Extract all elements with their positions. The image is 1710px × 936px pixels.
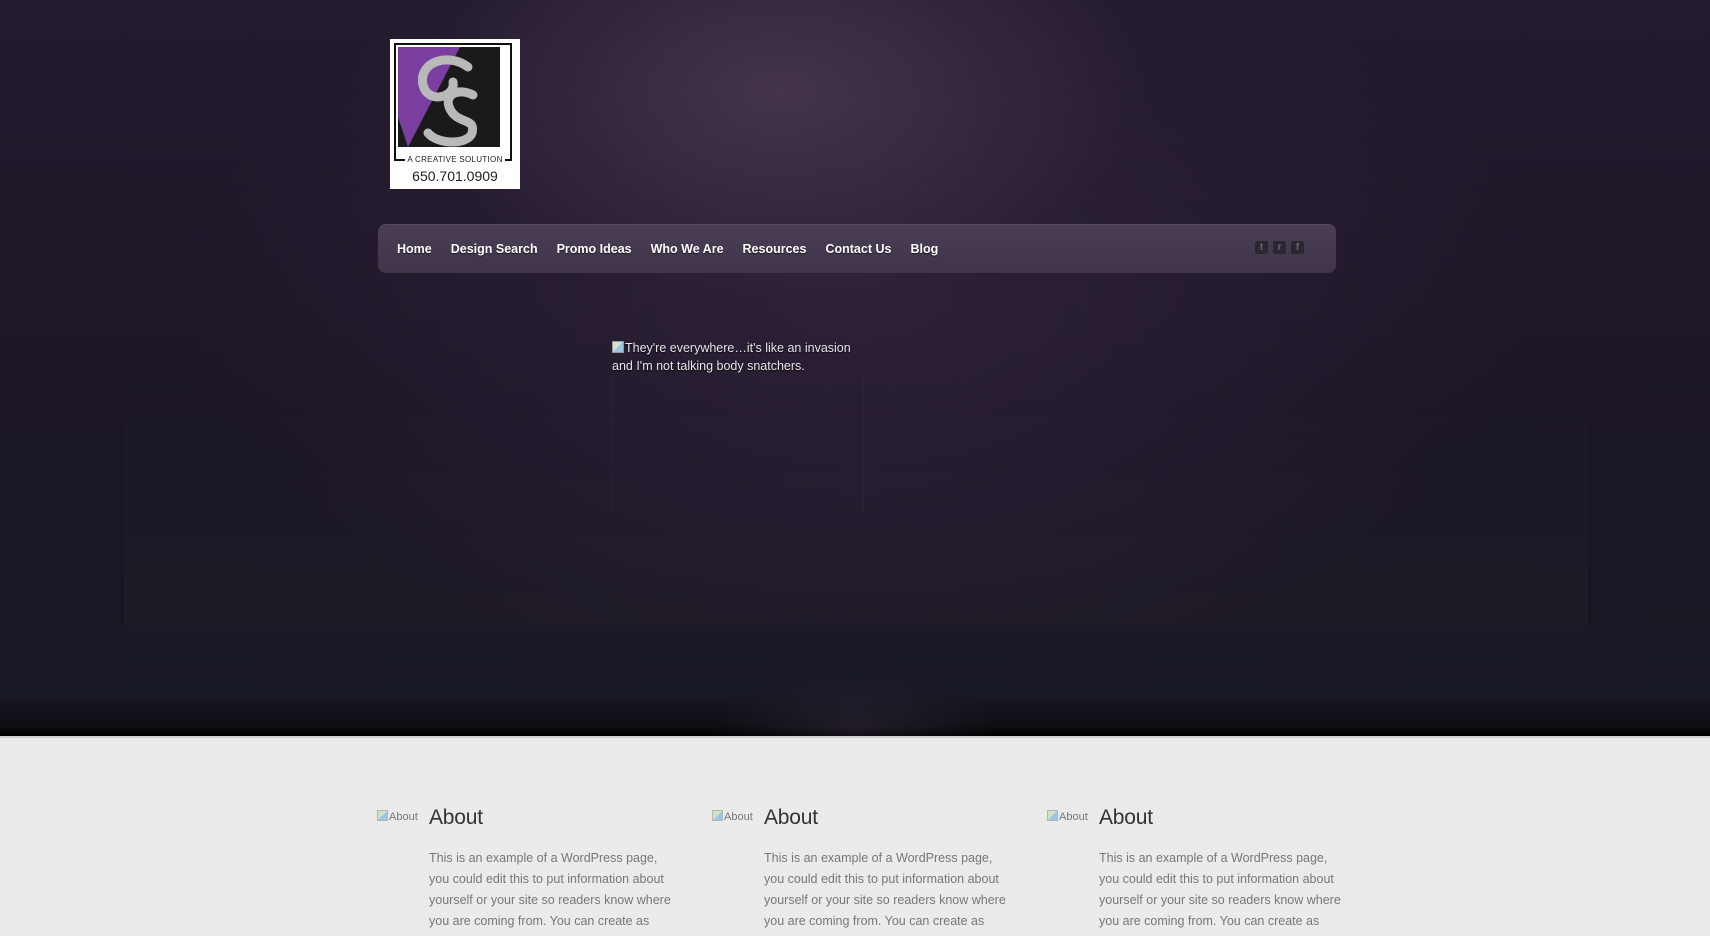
- facebook-icon[interactable]: f: [1291, 241, 1304, 254]
- column-title[interactable]: About: [764, 806, 818, 830]
- slider-caption[interactable]: They're everywhere…it's like an invasion…: [612, 339, 862, 375]
- column-text: This is an example of a WordPress page, …: [1099, 851, 1341, 936]
- about-image-alt: About: [1059, 811, 1088, 823]
- nav-item-blog[interactable]: Blog: [910, 242, 938, 256]
- about-image-alt: About: [724, 811, 753, 823]
- broken-image-icon: [712, 810, 723, 821]
- main-nav: Home Design Search Promo Ideas Who We Ar…: [378, 224, 1336, 273]
- content-area: About About This is an example of a Word…: [0, 738, 1710, 936]
- about-image: About: [712, 810, 753, 823]
- broken-image-icon: [1047, 810, 1058, 821]
- logo-phone: 650.701.0909: [412, 168, 498, 184]
- slider-frame: [612, 375, 864, 515]
- slider-caption-text: They're everywhere…it's like an invasion…: [612, 341, 851, 373]
- nav-item-design-search[interactable]: Design Search: [451, 242, 538, 256]
- column-title[interactable]: About: [429, 806, 483, 830]
- column-title[interactable]: About: [1099, 806, 1153, 830]
- rss-icon[interactable]: r: [1273, 241, 1286, 254]
- about-image: About: [1047, 810, 1088, 823]
- logo-monogram-art: [398, 47, 500, 147]
- social-links: t r f: [1250, 241, 1304, 254]
- nav-item-resources[interactable]: Resources: [743, 242, 807, 256]
- column-text: This is an example of a WordPress page, …: [429, 851, 671, 936]
- broken-image-icon: [612, 341, 624, 353]
- about-image-alt: About: [389, 811, 418, 823]
- nav-item-promo-ideas[interactable]: Promo Ideas: [557, 242, 632, 256]
- nav-menu: Home Design Search Promo Ideas Who We Ar…: [397, 224, 957, 273]
- logo-tagline: A CREATIVE SOLUTION: [405, 155, 505, 164]
- logo-monogram-icon: [398, 47, 500, 147]
- nav-item-who-we-are[interactable]: Who We Are: [651, 242, 724, 256]
- broken-image-icon: [377, 810, 388, 821]
- nav-item-home[interactable]: Home: [397, 242, 432, 256]
- twitter-icon[interactable]: t: [1255, 241, 1268, 254]
- column-text: This is an example of a WordPress page, …: [764, 851, 1006, 936]
- hero-footer-band: [0, 625, 1710, 736]
- site-logo[interactable]: A CREATIVE SOLUTION 650.701.0909: [390, 39, 520, 189]
- nav-item-contact-us[interactable]: Contact Us: [825, 242, 891, 256]
- about-image: About: [377, 810, 418, 823]
